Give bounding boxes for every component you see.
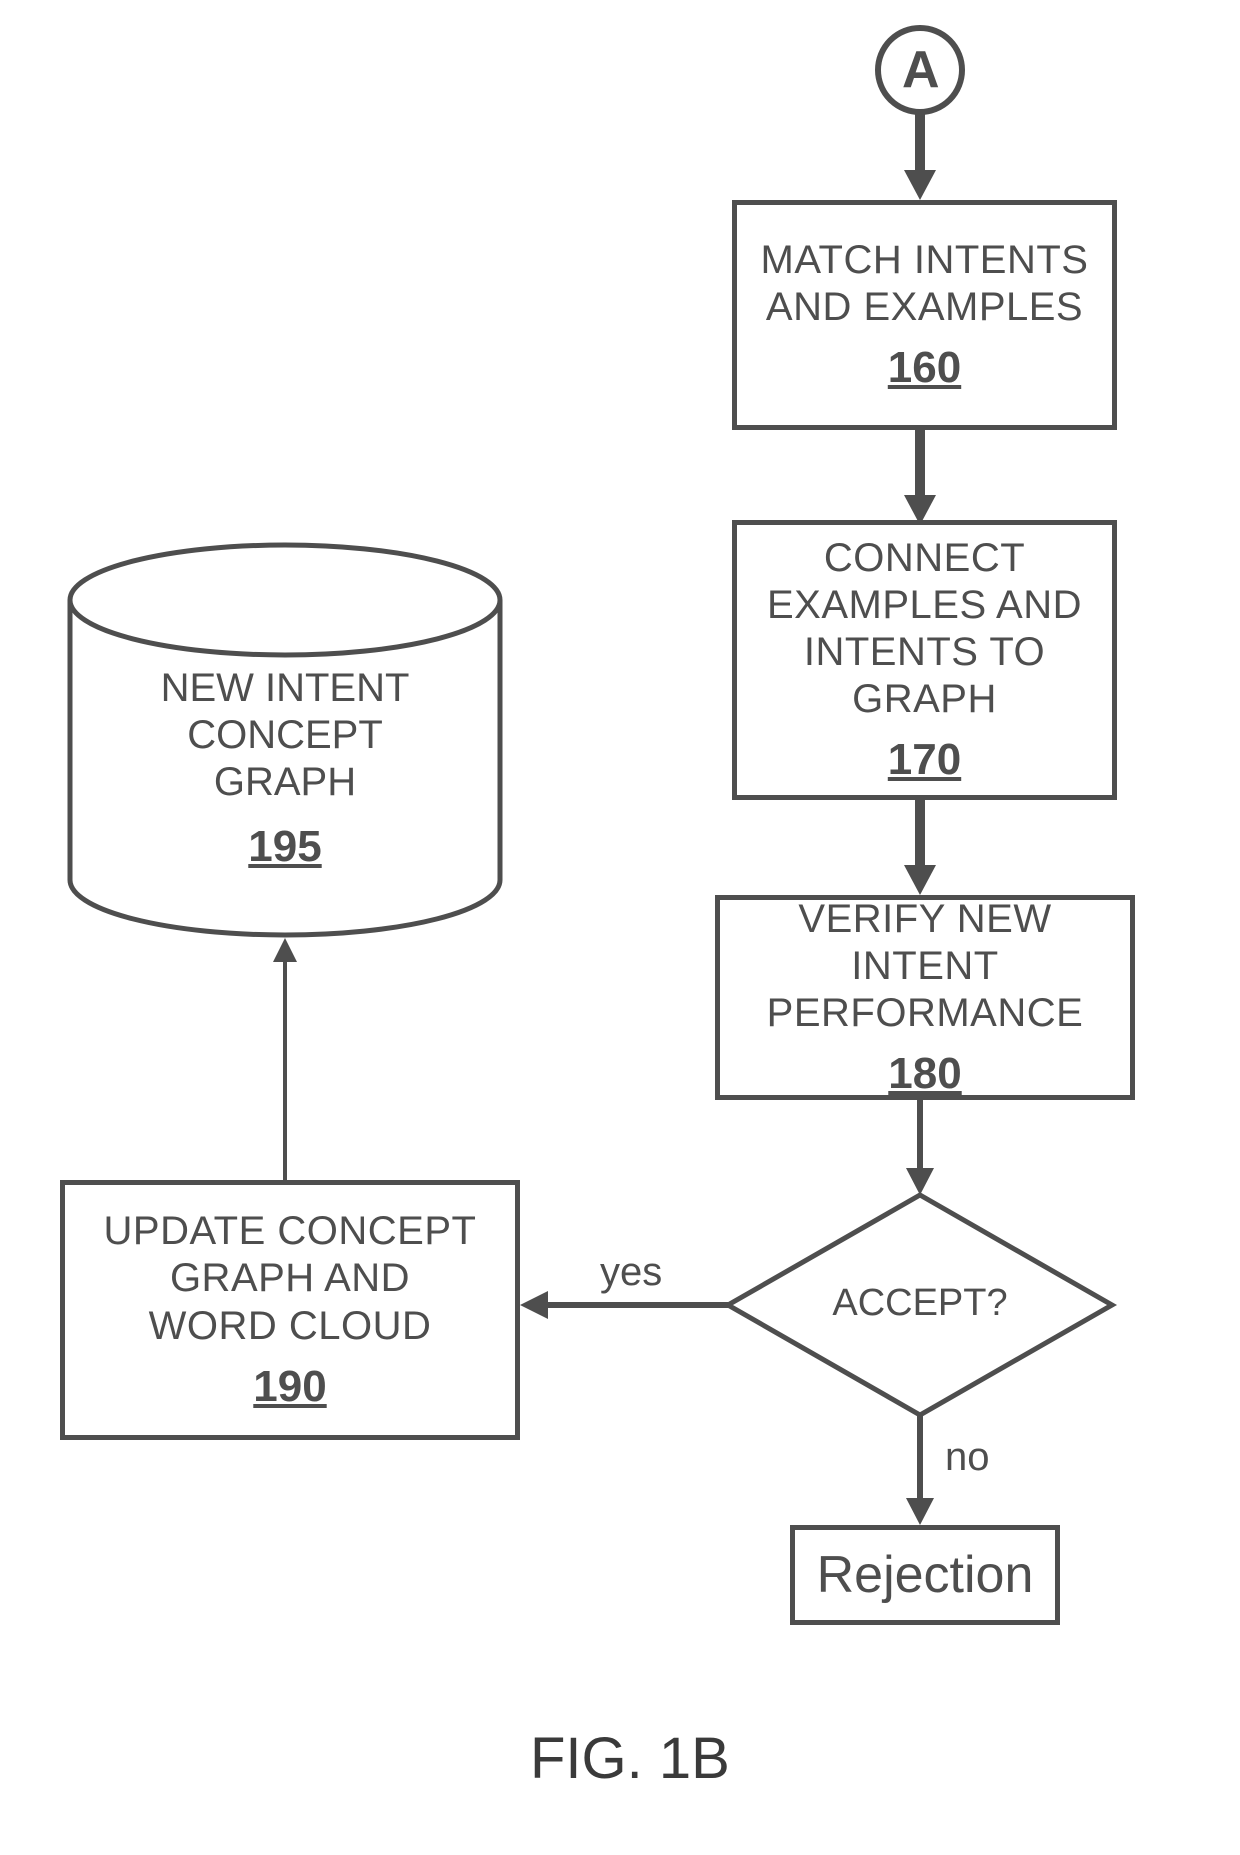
process-number: 180 xyxy=(888,1049,961,1099)
process-update-graph: UPDATE CONCEPT GRAPH AND WORD CLOUD 190 xyxy=(60,1180,520,1440)
datastore-label: NEW INTENT CONCEPT GRAPH xyxy=(120,665,450,807)
edge-no-label: no xyxy=(945,1435,990,1480)
process-number: 160 xyxy=(888,343,961,393)
terminal-label: Rejection xyxy=(817,1545,1034,1605)
process-number: 170 xyxy=(888,735,961,785)
process-connect-examples: CONNECT EXAMPLES AND INTENTS TO GRAPH 17… xyxy=(732,520,1117,800)
process-label: UPDATE CONCEPT GRAPH AND WORD CLOUD xyxy=(104,1208,477,1350)
decision-accept: ACCEPT? xyxy=(800,1282,1040,1325)
terminal-rejection: Rejection xyxy=(790,1525,1060,1625)
process-match-intents: MATCH INTENTS AND EXAMPLES 160 xyxy=(732,200,1117,430)
process-label: CONNECT EXAMPLES AND INTENTS TO GRAPH xyxy=(747,535,1102,724)
edge-yes-label: yes xyxy=(600,1250,662,1295)
process-label: VERIFY NEW INTENT PERFORMANCE xyxy=(730,896,1120,1038)
process-number: 190 xyxy=(253,1362,326,1412)
process-verify-performance: VERIFY NEW INTENT PERFORMANCE 180 xyxy=(715,895,1135,1100)
connector-a-label: A xyxy=(902,40,940,100)
datastore-number: 195 xyxy=(120,821,450,873)
process-label: MATCH INTENTS AND EXAMPLES xyxy=(761,237,1089,331)
figure-label: FIG. 1B xyxy=(530,1725,730,1792)
datastore-new-intent-graph: NEW INTENT CONCEPT GRAPH 195 xyxy=(120,665,450,872)
